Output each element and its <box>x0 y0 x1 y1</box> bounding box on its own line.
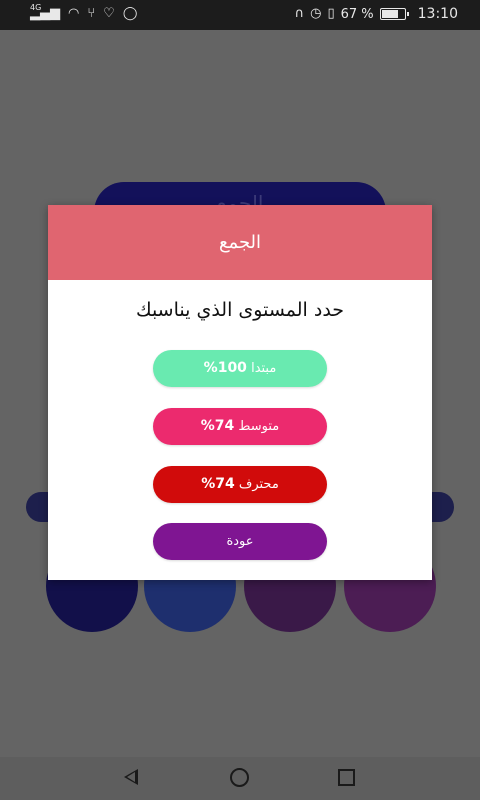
level-percent: 74% <box>201 476 235 492</box>
headset-icon: ∩ <box>294 6 305 21</box>
back-button[interactable]: عودة <box>153 523 327 560</box>
level-label: محترف <box>238 477 279 492</box>
signal-icon: ▂▄▆ <box>30 6 60 21</box>
level-label: متوسط <box>238 419 280 434</box>
level-percent: 100% <box>203 360 247 376</box>
alarm-icon: ◷ <box>310 6 322 21</box>
heart-icon: ♡ <box>103 6 115 21</box>
home-circle-icon[interactable] <box>230 768 249 787</box>
level-dialog: الجمع حدد المستوى الذي يناسبك مبتدا 100%… <box>48 205 432 580</box>
level-beginner-button[interactable]: مبتدا 100% <box>153 350 327 387</box>
whatsapp-icon: ◯ <box>122 6 138 21</box>
battery-icon <box>379 8 409 20</box>
dialog-title: الجمع <box>48 205 432 280</box>
vibrate-icon: ▯ <box>327 6 335 21</box>
wifi-icon: ◠ <box>68 6 80 21</box>
battery-percent: 67 % <box>340 6 374 22</box>
dialog-subtitle: حدد المستوى الذي يناسبك <box>135 299 345 321</box>
level-pro-button[interactable]: محترف 74% <box>153 466 327 503</box>
usb-icon: ⑂ <box>87 6 96 21</box>
clock: 13:10 <box>417 6 458 22</box>
status-icons-right: ∩ ◷ ▯ 67 % 13:10 <box>295 6 458 22</box>
level-intermediate-button[interactable]: متوسط 74% <box>153 408 327 445</box>
status-icons-left: ▂▄▆ ◠ ⑂ ♡ ◯ <box>30 6 137 22</box>
recent-apps-square-icon[interactable] <box>338 769 355 786</box>
level-label: مبتدا <box>251 361 277 376</box>
battery-fill <box>381 10 398 18</box>
status-bar: 4G ▂▄▆ ◠ ⑂ ♡ ◯ ∩ ◷ ▯ 67 % 13:10 <box>0 0 480 30</box>
back-triangle-icon[interactable] <box>124 769 138 785</box>
navigation-bar <box>0 757 480 800</box>
level-percent: 74% <box>200 418 235 434</box>
